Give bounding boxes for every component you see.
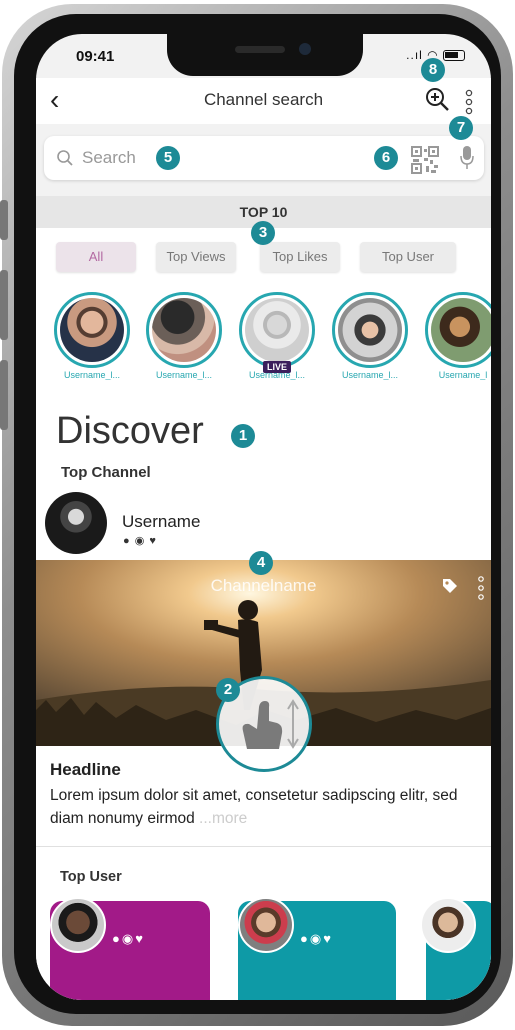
filter-all[interactable]: All bbox=[56, 242, 136, 272]
story-item[interactable]: Username_l bbox=[423, 292, 491, 380]
badges: ●◉♥ bbox=[300, 931, 333, 946]
avatar bbox=[152, 298, 216, 362]
search-icon bbox=[57, 150, 73, 166]
live-badge: LIVE bbox=[263, 361, 292, 373]
avatar bbox=[60, 298, 124, 362]
discover-title: Discover bbox=[56, 410, 204, 452]
marker-5: 5 bbox=[156, 146, 180, 170]
filter-top-views[interactable]: Top Views bbox=[156, 242, 236, 272]
battery-icon bbox=[443, 50, 465, 62]
story-ring: LIVE bbox=[239, 292, 315, 373]
avatar bbox=[431, 298, 491, 362]
story-username: Username_l bbox=[438, 370, 488, 380]
marker-1: 1 bbox=[231, 424, 255, 448]
post-body: Lorem ipsum dolor sit amet, consetetur s… bbox=[50, 784, 480, 830]
story-ring bbox=[332, 292, 408, 368]
filter-top-user[interactable]: Top User bbox=[360, 242, 456, 272]
nav-bar: ‹ Channel search bbox=[36, 78, 491, 124]
speaker bbox=[235, 46, 285, 53]
filter-top-likes[interactable]: Top Likes bbox=[260, 242, 340, 272]
user-avatar bbox=[50, 897, 106, 953]
page-title: Channel search bbox=[203, 90, 324, 109]
more-link[interactable]: ...more bbox=[199, 810, 247, 827]
user-card[interactable]: ●◉♥ bbox=[238, 897, 396, 1000]
story-item[interactable]: LIVE Username_l... bbox=[237, 292, 317, 380]
badges: ●◉♥ bbox=[112, 931, 145, 946]
marker-6: 6 bbox=[374, 146, 398, 170]
user-card[interactable]: ●◉♥ bbox=[50, 897, 210, 1000]
story-item[interactable]: Username_l... bbox=[330, 292, 410, 380]
top-channel-label: Top Channel bbox=[61, 464, 151, 481]
more-vertical-icon[interactable] bbox=[464, 88, 474, 116]
user-avatar bbox=[420, 897, 476, 953]
front-camera bbox=[299, 43, 311, 55]
story-item[interactable]: Username_l... bbox=[52, 292, 132, 380]
more-vertical-icon[interactable] bbox=[477, 575, 485, 601]
user-card[interactable] bbox=[420, 897, 491, 1000]
marker-3: 3 bbox=[251, 221, 275, 245]
story-item[interactable]: Username_l... bbox=[144, 292, 224, 380]
badge-icon: ● bbox=[123, 535, 131, 547]
story-username: Username_l... bbox=[341, 370, 399, 380]
post-headline: Headline bbox=[50, 760, 121, 779]
user-avatar bbox=[238, 897, 294, 953]
post-body-text: Lorem ipsum dolor sit amet, consetetur s… bbox=[50, 787, 458, 827]
zoom-in-icon[interactable] bbox=[424, 86, 450, 112]
signal-icon: ..ıl bbox=[406, 48, 423, 62]
badge-icon: ◉ bbox=[134, 535, 146, 547]
marker-2: 2 bbox=[216, 678, 240, 702]
channel-username[interactable]: Username bbox=[122, 512, 200, 532]
story-ring bbox=[146, 292, 222, 368]
channel-name: Channelname bbox=[210, 576, 317, 595]
badges: ● ◉ ♥ bbox=[123, 534, 157, 547]
top-user-section: Top User ●◉♥ ●◉♥ bbox=[36, 847, 491, 1000]
tag-icon[interactable] bbox=[442, 578, 458, 594]
story-ring bbox=[54, 292, 130, 368]
marker-8: 8 bbox=[421, 58, 445, 82]
volume-down-button bbox=[0, 360, 8, 430]
story-ring bbox=[425, 292, 491, 368]
screen: 09:41 ..ıl ◠ ‹ Channel search Search TOP… bbox=[36, 34, 491, 1000]
avatar bbox=[338, 298, 402, 362]
story-username: Username_l... bbox=[63, 370, 121, 380]
status-time: 09:41 bbox=[76, 48, 115, 65]
volume-up-button bbox=[0, 270, 8, 340]
search-bar[interactable]: Search bbox=[44, 136, 484, 180]
qr-code-icon[interactable] bbox=[411, 146, 439, 174]
microphone-icon[interactable] bbox=[459, 145, 475, 171]
marker-4: 4 bbox=[249, 551, 273, 575]
page: 09:41 ..ıl ◠ ‹ Channel search Search TOP… bbox=[0, 0, 515, 1030]
channel-avatar[interactable] bbox=[45, 492, 107, 554]
marker-7: 7 bbox=[449, 116, 473, 140]
top-user-label: Top User bbox=[60, 869, 122, 885]
story-username: Username_l... bbox=[155, 370, 213, 380]
notch bbox=[167, 34, 363, 76]
avatar bbox=[245, 298, 309, 362]
mute-switch bbox=[0, 200, 8, 240]
search-input[interactable]: Search bbox=[82, 148, 136, 168]
shield-check-icon: ♥ bbox=[149, 535, 157, 547]
